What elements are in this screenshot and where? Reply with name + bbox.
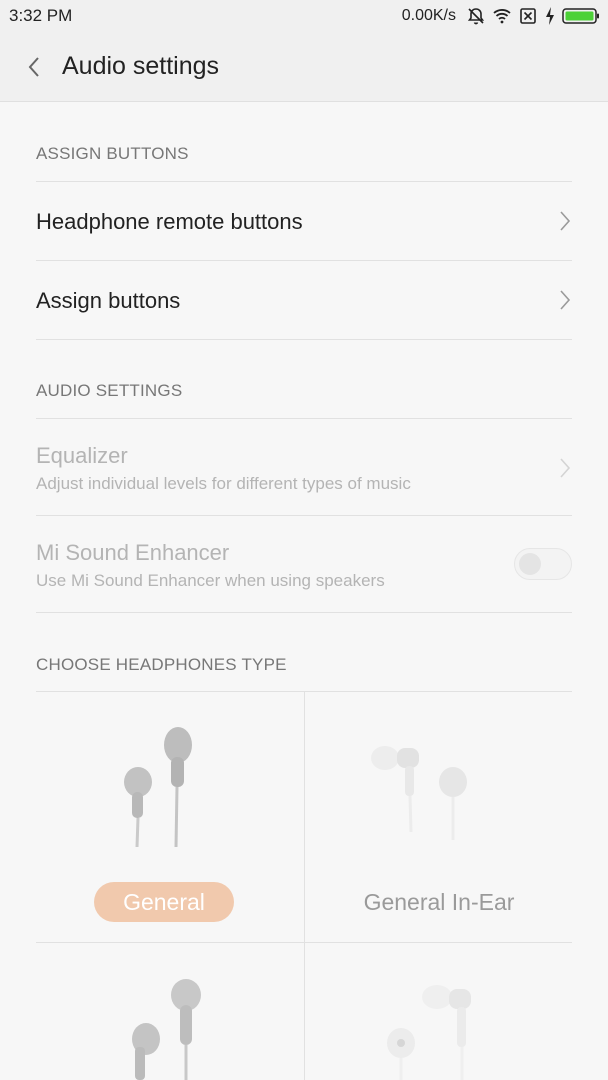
battery-icon bbox=[562, 8, 599, 24]
status-time: 3:32 PM bbox=[9, 6, 73, 25]
chevron-right-icon bbox=[560, 458, 571, 478]
section-header-choose-headphones-type: CHOOSE HEADPHONES TYPE bbox=[36, 655, 287, 674]
settings-content: ASSIGN BUTTONS Headphone remote buttons … bbox=[0, 102, 608, 1080]
equalizer-title: Equalizer bbox=[36, 443, 128, 468]
mi-sound-enhancer-item: Mi Sound Enhancer Use Mi Sound Enhancer … bbox=[0, 516, 608, 612]
headphone-remote-buttons-item[interactable]: Headphone remote buttons bbox=[0, 182, 608, 260]
headphones-type-general-in-ear[interactable]: General In-Ear bbox=[305, 692, 573, 942]
headphones-type-general-label: General bbox=[94, 882, 234, 922]
app-bar: Audio settings bbox=[0, 32, 608, 102]
section-header-assign-buttons: ASSIGN BUTTONS bbox=[36, 144, 189, 163]
muted-bell-icon bbox=[467, 8, 485, 25]
divider bbox=[36, 612, 572, 613]
page-title: Audio settings bbox=[62, 52, 220, 80]
toggle-knob bbox=[519, 553, 541, 575]
mi-sound-enhancer-toggle[interactable] bbox=[514, 548, 572, 580]
no-sim-icon bbox=[520, 8, 536, 24]
network-speed: 0.00K/s bbox=[401, 7, 456, 24]
status-icons: 0.00K/s bbox=[402, 5, 600, 27]
charging-icon bbox=[546, 7, 554, 25]
chevron-right-icon bbox=[560, 211, 571, 231]
earbuds-icon bbox=[124, 727, 192, 848]
headphones-type-general-in-ear-label: General In-Ear bbox=[363, 889, 515, 915]
in-ear-earbuds-icon bbox=[387, 985, 471, 1080]
back-arrow-icon[interactable] bbox=[20, 52, 48, 82]
assign-buttons-item[interactable]: Assign buttons bbox=[0, 261, 608, 339]
mi-sound-enhancer-title: Mi Sound Enhancer bbox=[36, 540, 230, 565]
chevron-right-icon bbox=[560, 290, 571, 310]
divider bbox=[36, 339, 572, 340]
mi-sound-enhancer-subtitle: Use Mi Sound Enhancer when using speaker… bbox=[36, 571, 385, 590]
headphones-type-option-4[interactable] bbox=[305, 943, 573, 1080]
in-ear-earbuds-icon bbox=[371, 746, 467, 840]
headphones-type-option-3[interactable] bbox=[36, 943, 304, 1080]
equalizer-item[interactable]: Equalizer Adjust individual levels for d… bbox=[0, 419, 608, 515]
earbuds-icon bbox=[132, 979, 201, 1080]
equalizer-subtitle: Adjust individual levels for different t… bbox=[36, 474, 411, 493]
headphones-type-general[interactable]: General bbox=[36, 692, 304, 942]
status-bar: 3:32 PM 0.00K/s bbox=[0, 0, 608, 32]
section-header-audio-settings: AUDIO SETTINGS bbox=[36, 381, 183, 400]
assign-buttons-label: Assign buttons bbox=[36, 288, 181, 313]
headphone-remote-buttons-label: Headphone remote buttons bbox=[36, 209, 303, 234]
wifi-icon bbox=[493, 9, 511, 24]
